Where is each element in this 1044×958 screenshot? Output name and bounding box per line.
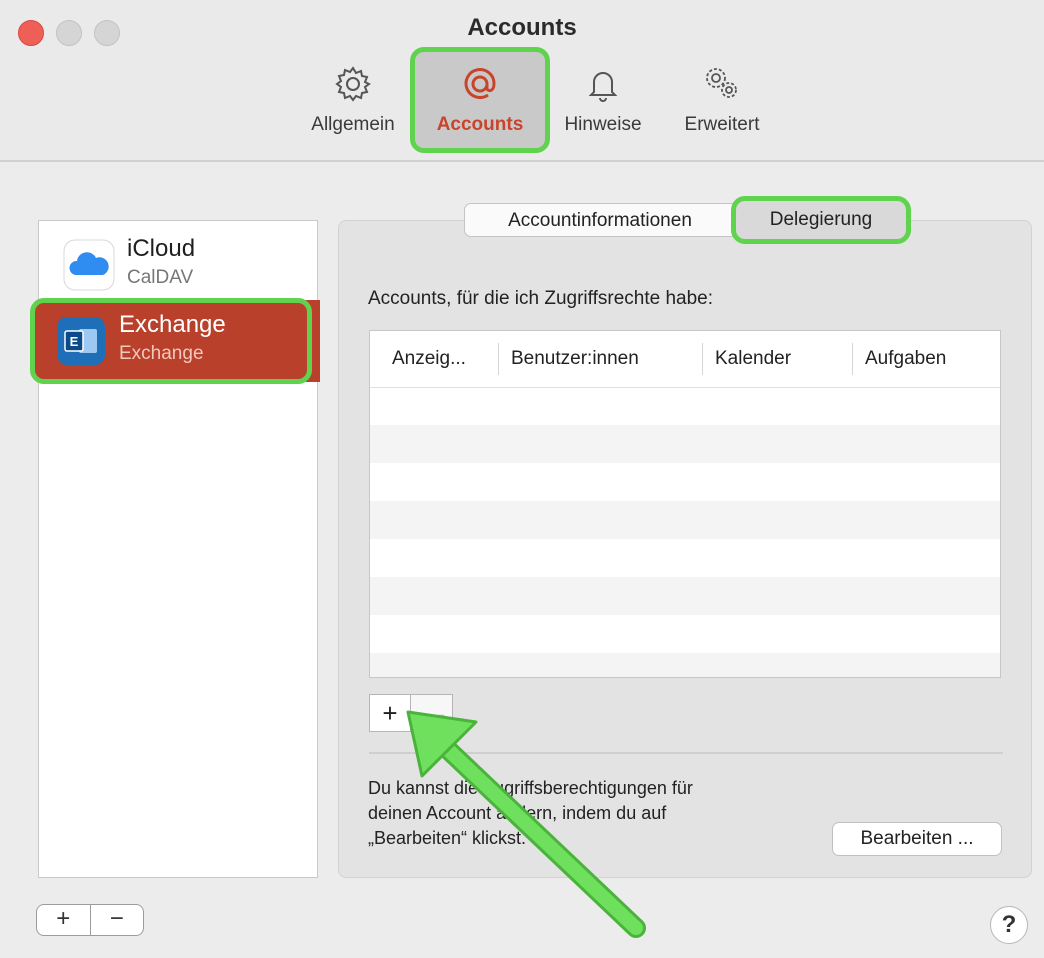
tab-control: Accountinformationen (464, 203, 736, 239)
note-line: deinen Account ändern, indem du auf (368, 803, 667, 823)
edit-button[interactable]: Bearbeiten ... (832, 822, 1002, 856)
toolbar-item-allgemein[interactable]: Allgemein (298, 62, 408, 136)
exchange-icon: E (57, 317, 105, 365)
column-header-kalender[interactable]: Kalender (702, 343, 847, 375)
toolbar-item-label: Hinweise (564, 114, 642, 135)
table-row[interactable] (370, 615, 1000, 653)
tab-accountinformationen[interactable]: Accountinformationen (464, 203, 736, 237)
toolbar-item-erweitert[interactable]: Erweitert (667, 62, 777, 136)
table-row[interactable] (370, 501, 1000, 539)
toolbar-item-label: Erweitert (684, 114, 760, 135)
toolbar-item-hinweise[interactable]: Hinweise (553, 62, 653, 136)
account-type: CalDAV (127, 267, 194, 288)
account-name: iCloud (127, 235, 196, 262)
delegation-note: Du kannst die Zugriffsberechtigungen für… (368, 776, 818, 851)
table-row[interactable] (370, 387, 1000, 425)
account-add-remove-control: + − (36, 904, 144, 936)
table-row[interactable] (370, 577, 1000, 615)
table-row[interactable] (370, 653, 1000, 677)
table-header: Anzeig... Benutzer:innen Kalender Aufgab… (370, 331, 1000, 388)
icloud-icon (63, 239, 115, 291)
table-row[interactable] (370, 463, 1000, 501)
toolbar: Accounts Allgemein Accounts Hinweise Erw… (0, 0, 1044, 162)
window-title: Accounts (467, 14, 577, 41)
at-icon (464, 68, 496, 99)
table-row[interactable] (370, 425, 1000, 463)
remove-delegate-button[interactable]: — (411, 694, 453, 732)
toolbar-item-accounts[interactable]: Accounts (418, 62, 542, 136)
divider (369, 752, 1003, 754)
add-delegate-button[interactable]: + (369, 694, 411, 732)
column-header-anzeige[interactable]: Anzeig... (392, 331, 498, 387)
column-header-aufgaben[interactable]: Aufgaben (852, 343, 1000, 375)
account-item-exchange[interactable]: E Exchange Exchange (30, 298, 312, 384)
table-row[interactable] (370, 539, 1000, 577)
toolbar-item-label: Accounts (436, 114, 524, 135)
gears-icon (706, 68, 737, 98)
delegate-add-remove-control: + — (369, 694, 455, 734)
column-header-benutzer[interactable]: Benutzer:innen (498, 343, 701, 375)
bell-icon (588, 72, 618, 102)
account-item-icloud[interactable]: iCloud CalDAV (39, 227, 317, 303)
delegation-heading: Accounts, für die ich Zugriffsrechte hab… (368, 288, 713, 309)
delegation-table[interactable]: Anzeig... Benutzer:innen Kalender Aufgab… (369, 330, 1001, 678)
note-line: „Bearbeiten“ klickst. (368, 828, 527, 848)
account-type: Exchange (119, 343, 204, 364)
gear-icon (335, 66, 371, 102)
account-name: Exchange (119, 311, 226, 338)
tab-delegierung[interactable]: Delegierung (731, 196, 911, 244)
note-line: Du kannst die Zugriffsberechtigungen für (368, 778, 693, 798)
add-account-button[interactable]: + (37, 905, 90, 935)
toolbar-item-label: Allgemein (311, 114, 395, 135)
help-button[interactable]: ? (990, 906, 1028, 944)
remove-account-button[interactable]: − (89, 905, 144, 935)
svg-text:E: E (70, 334, 79, 349)
